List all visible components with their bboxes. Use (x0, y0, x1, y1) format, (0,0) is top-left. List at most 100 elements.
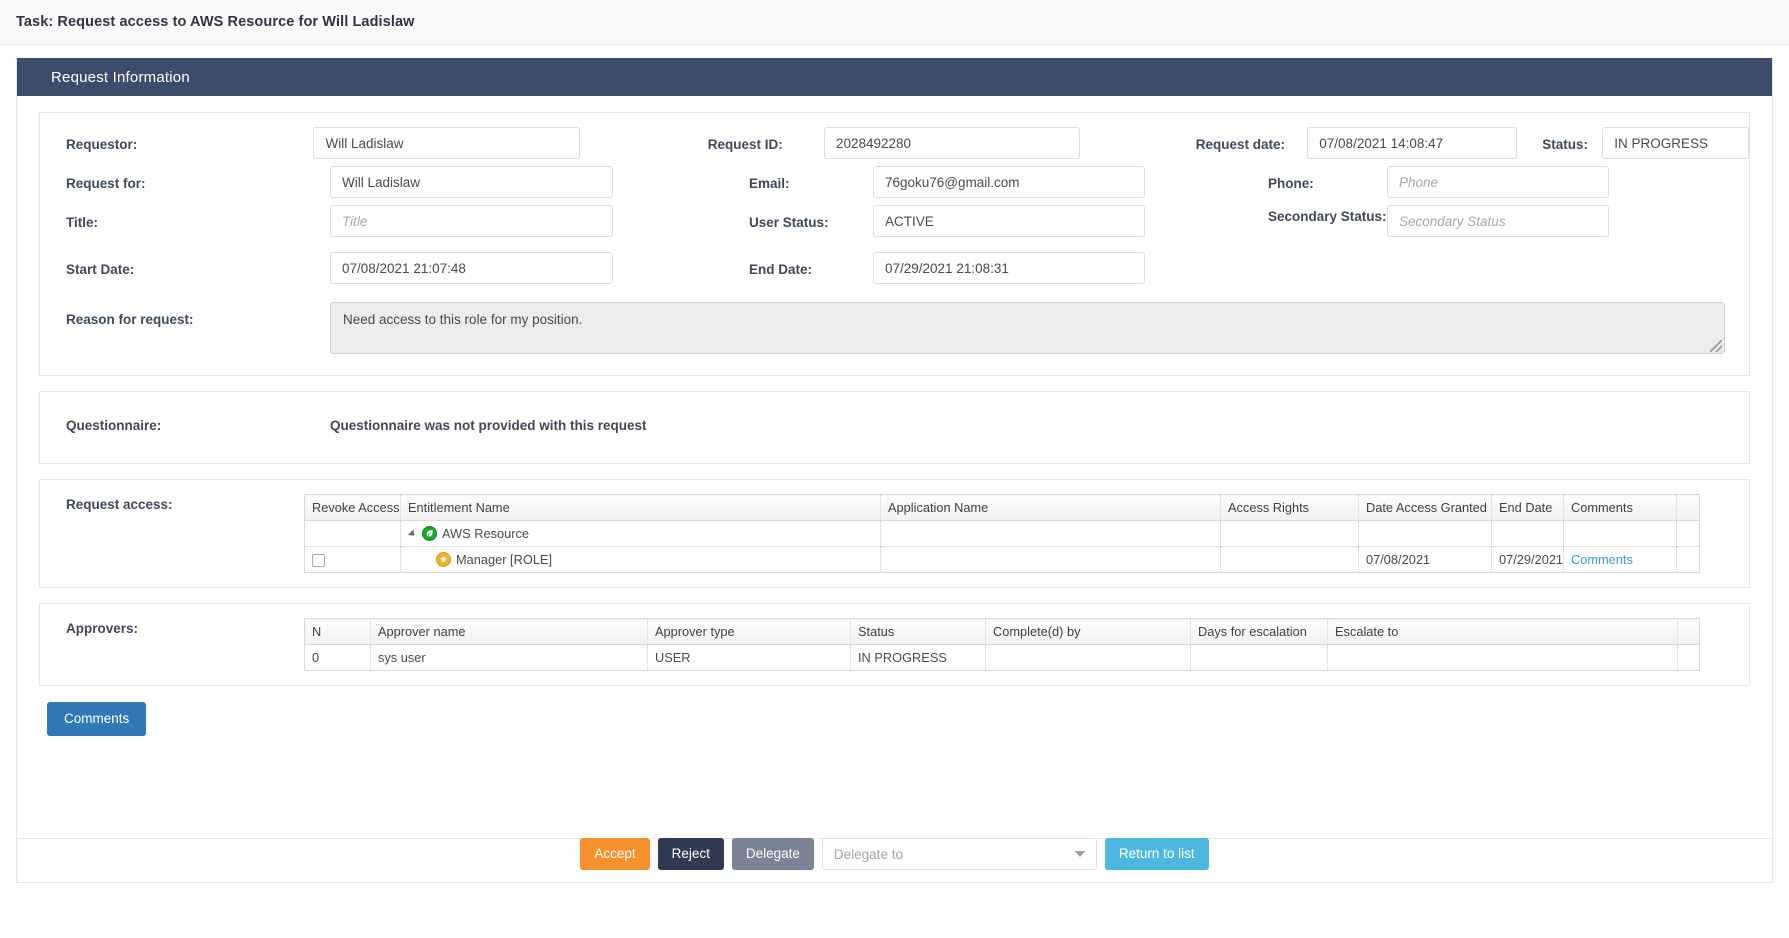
green-leaf-icon (422, 526, 437, 541)
phone-label: Phone: (1268, 166, 1387, 191)
entitlement-name-text: Manager [ROLE] (456, 552, 552, 567)
form-row-reason: Reason for request: Need access to this … (40, 302, 1749, 354)
accept-button[interactable]: Accept (580, 838, 649, 870)
form-row-dates: Start Date: 07/08/2021 21:07:48 End Date… (40, 252, 1749, 284)
chevron-down-icon[interactable] (1075, 851, 1085, 857)
start-date-label: Start Date: (66, 252, 330, 277)
request-access-section: Request access: Revoke Access Entitlemen… (39, 479, 1750, 588)
delegate-to-select[interactable]: Delegate to (822, 838, 1097, 870)
col-application-name[interactable]: Application Name (881, 495, 1221, 521)
panel-header: Request Information (17, 58, 1772, 96)
title-label: Title: (66, 205, 330, 230)
request-for-input[interactable]: Will Ladislaw (330, 166, 613, 198)
end-date-label: End Date: (749, 252, 873, 277)
approvers-table: N Approver name Approver type Status Com… (304, 618, 1700, 671)
col-approver-type[interactable]: Approver type (648, 619, 851, 645)
approver-escalate-to-cell (1328, 645, 1678, 671)
questionnaire-row: Questionnaire: Questionnaire was not pro… (40, 418, 1749, 433)
request-access-table: Revoke Access Entitlement Name Applicati… (304, 494, 1700, 573)
request-access-header-row: Revoke Access Entitlement Name Applicati… (305, 495, 1700, 521)
col-end-date[interactable]: End Date (1492, 495, 1564, 521)
status-label: Status: (1542, 127, 1602, 152)
approver-status-cell: IN PROGRESS (851, 645, 986, 671)
revoke-cell-parent (305, 521, 401, 547)
spacer-cell-parent (1677, 521, 1700, 547)
col-n[interactable]: N (305, 619, 371, 645)
revoke-access-checkbox[interactable] (312, 554, 325, 567)
request-for-label: Request for: (66, 166, 330, 191)
questionnaire-label: Questionnaire: (66, 418, 330, 433)
reject-button[interactable]: Reject (658, 838, 724, 870)
approver-spacer-cell (1678, 645, 1700, 671)
delegate-to-placeholder: Delegate to (834, 847, 903, 862)
entitlement-cell-child: Manager [ROLE] (401, 547, 881, 573)
user-status-label: User Status: (749, 205, 873, 230)
access-rights-cell-parent (1221, 521, 1359, 547)
user-status-input[interactable]: ACTIVE (873, 205, 1145, 237)
approvers-section: Approvers: N Approver name Approver type… (39, 603, 1750, 686)
table-row[interactable]: AWS Resource (305, 521, 1700, 547)
email-input[interactable]: 76goku76@gmail.com (873, 166, 1145, 198)
table-row[interactable]: Manager [ROLE] 07/08/2021 07/29/2021 Com… (305, 547, 1700, 573)
end-date-cell-child: 07/29/2021 (1492, 547, 1564, 573)
col-revoke-access[interactable]: Revoke Access (305, 495, 401, 521)
requestor-label: Requestor: (66, 127, 313, 152)
spacer-cell-child (1677, 547, 1700, 573)
col-comments[interactable]: Comments (1564, 495, 1677, 521)
entitlement-name-text: AWS Resource (442, 526, 529, 541)
col-escalate-to[interactable]: Escalate to (1328, 619, 1678, 645)
end-date-cell-parent (1492, 521, 1564, 547)
col-access-rights[interactable]: Access Rights (1221, 495, 1359, 521)
request-page-frame: Request Information Requestor: Will Ladi… (16, 58, 1773, 883)
end-date-input[interactable]: 07/29/2021 21:08:31 (873, 252, 1145, 284)
reason-text: Need access to this role for my position… (343, 312, 582, 327)
delegate-button[interactable]: Delegate (732, 838, 814, 870)
phone-input[interactable]: Phone (1387, 166, 1609, 198)
resize-grip-icon[interactable] (1710, 340, 1722, 352)
request-access-label: Request access: (40, 494, 304, 573)
application-cell-parent (881, 521, 1221, 547)
form-row-title: Title: Title User Status: ACTIVE Seconda… (40, 205, 1749, 237)
col-approvers-spacer (1678, 619, 1700, 645)
status-input[interactable]: IN PROGRESS (1602, 127, 1749, 159)
form-row-requestor: Requestor: Will Ladislaw Request ID: 202… (40, 127, 1749, 159)
date-granted-cell-parent (1359, 521, 1492, 547)
request-date-input[interactable]: 07/08/2021 14:08:47 (1307, 127, 1517, 159)
col-spacer (1677, 495, 1700, 521)
comments-link[interactable]: Comments (1564, 547, 1677, 573)
approver-name-cell: sys user (371, 645, 648, 671)
comments-cell-parent (1564, 521, 1677, 547)
revoke-cell-child[interactable] (305, 547, 401, 573)
request-date-label: Request date: (1196, 127, 1308, 152)
date-granted-cell-child: 07/08/2021 (1359, 547, 1492, 573)
col-date-access-granted[interactable]: Date Access Granted (1359, 495, 1492, 521)
footer-action-bar: Accept Reject Delegate Delegate to Retur… (0, 838, 1789, 870)
reason-textarea[interactable]: Need access to this role for my position… (330, 302, 1725, 354)
title-input[interactable]: Title (330, 205, 613, 237)
approver-days-escalation-cell (1191, 645, 1328, 671)
secondary-status-label: Secondary Status: (1268, 205, 1387, 226)
tree-collapse-icon[interactable] (408, 529, 417, 538)
access-rights-cell-child (1221, 547, 1359, 573)
questionnaire-message: Questionnaire was not provided with this… (330, 418, 647, 433)
questionnaire-section: Questionnaire: Questionnaire was not pro… (39, 391, 1750, 464)
col-days-for-escalation[interactable]: Days for escalation (1191, 619, 1328, 645)
form-row-request-for: Request for: Will Ladislaw Email: 76goku… (40, 166, 1749, 198)
col-entitlement-name[interactable]: Entitlement Name (401, 495, 881, 521)
start-date-input[interactable]: 07/08/2021 21:07:48 (330, 252, 613, 284)
request-information-section: Requestor: Will Ladislaw Request ID: 202… (39, 112, 1750, 376)
approvers-header-row: N Approver name Approver type Status Com… (305, 619, 1700, 645)
approver-type-cell: USER (648, 645, 851, 671)
email-label: Email: (749, 166, 873, 191)
return-to-list-button[interactable]: Return to list (1105, 838, 1209, 870)
col-completed-by[interactable]: Complete(d) by (986, 619, 1191, 645)
secondary-status-input[interactable]: Secondary Status (1387, 205, 1609, 237)
col-approver-status[interactable]: Status (851, 619, 986, 645)
table-row[interactable]: 0 sys user USER IN PROGRESS (305, 645, 1700, 671)
entitlement-cell-parent: AWS Resource (401, 521, 881, 547)
comments-button[interactable]: Comments (47, 702, 146, 736)
request-id-input[interactable]: 2028492280 (824, 127, 1080, 159)
requestor-input[interactable]: Will Ladislaw (313, 127, 580, 159)
panel-header-label: Request Information (51, 69, 190, 86)
col-approver-name[interactable]: Approver name (371, 619, 648, 645)
